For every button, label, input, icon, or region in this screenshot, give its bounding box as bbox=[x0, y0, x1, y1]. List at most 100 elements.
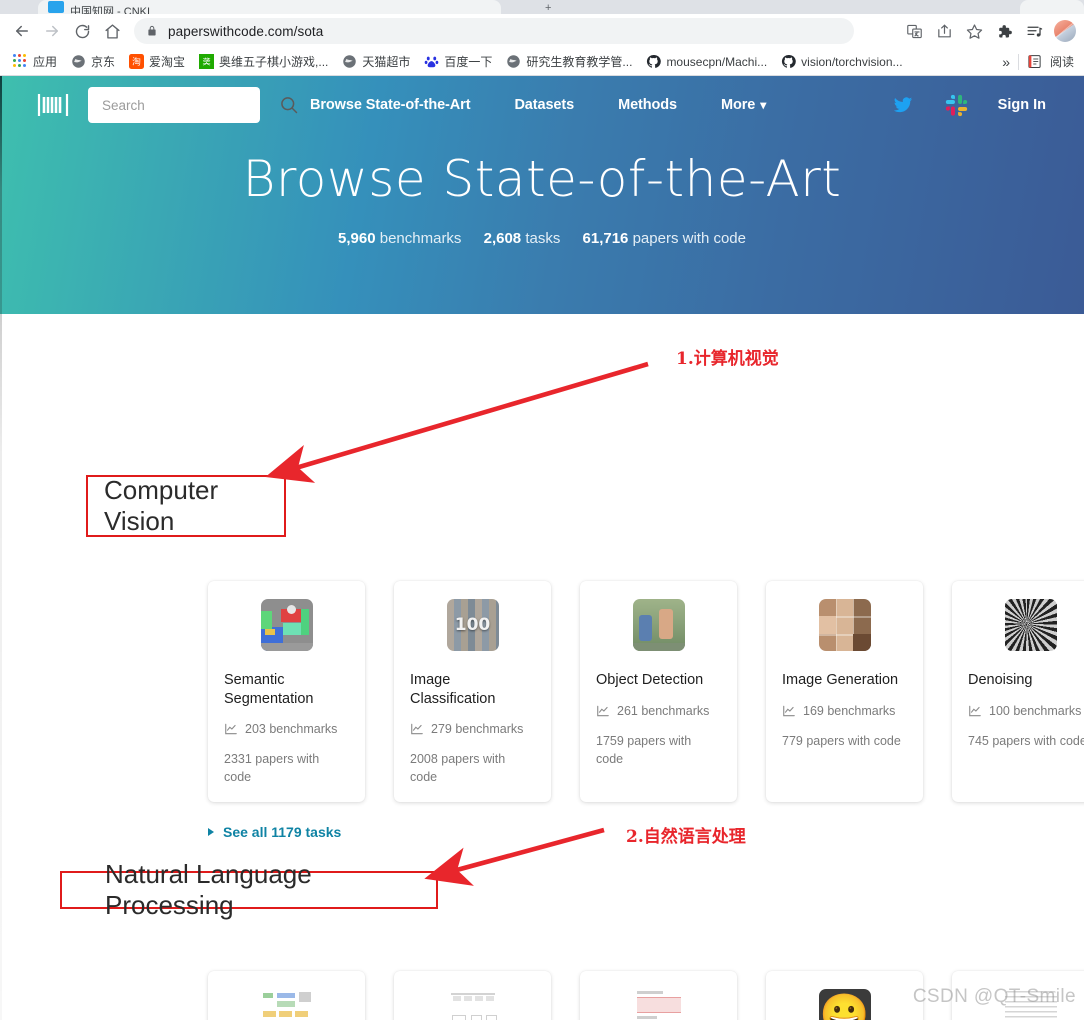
nav-methods[interactable]: Methods bbox=[596, 97, 699, 113]
card-title: Denoising bbox=[968, 672, 1033, 688]
lock-icon bbox=[146, 24, 158, 38]
globe-icon bbox=[342, 54, 357, 69]
globe-icon bbox=[71, 54, 86, 69]
computer-vision-cards: Semantic Segmentation 203 benchmarks 233… bbox=[208, 581, 1084, 803]
task-card[interactable]: 😀 Sentiment Analysis 69 benchmarks bbox=[766, 971, 923, 1020]
triangle-right-icon bbox=[208, 828, 214, 837]
site-navbar: Browse State-of-the-Art Datasets Methods… bbox=[0, 76, 1084, 134]
image-generation-thumb-icon bbox=[818, 599, 871, 651]
bookmark-item-jd[interactable]: 京东 bbox=[64, 50, 122, 74]
benchmarks-count: 203 benchmarks bbox=[245, 722, 338, 737]
arrow-to-computer-vision bbox=[265, 361, 649, 483]
see-all-tasks-link[interactable]: See all 1179 tasks bbox=[208, 824, 341, 840]
machine-translation-thumb-icon bbox=[446, 989, 499, 1020]
card-title: Object Detection bbox=[596, 672, 704, 688]
stat-label: papers with code bbox=[632, 230, 746, 247]
bookmark-item-edu[interactable]: 研究生教育教学管... bbox=[499, 50, 639, 74]
bookmark-item-apps[interactable]: 应用 bbox=[6, 50, 64, 74]
card-benchmarks: 100 benchmarks bbox=[968, 704, 1084, 718]
baidu-icon bbox=[424, 54, 439, 69]
address-bar[interactable]: paperswithcode.com/sota bbox=[134, 18, 854, 44]
sign-in-link[interactable]: Sign In bbox=[998, 97, 1046, 113]
extensions-puzzle-icon[interactable] bbox=[990, 17, 1018, 45]
bookmark-item-taobao[interactable]: 淘 爱淘宝 bbox=[122, 50, 192, 74]
bookmark-item-gomoku[interactable]: 䶮 奥维五子棋小游戏,... bbox=[192, 50, 335, 74]
see-all-label: See all 1179 tasks bbox=[223, 824, 342, 841]
stat-papers: 61,716 papers with code bbox=[583, 230, 746, 247]
stat-tasks: 2,608 tasks bbox=[484, 230, 561, 247]
nav-browse-sota[interactable]: Browse State-of-the-Art bbox=[288, 97, 492, 113]
new-tab-button[interactable]: + bbox=[545, 2, 551, 14]
stat-value: 2,608 bbox=[483, 230, 522, 247]
github-icon bbox=[781, 54, 796, 69]
bookmark-label: 奥维五子棋小游戏,... bbox=[219, 55, 329, 69]
benchmarks-count: 169 benchmarks bbox=[803, 703, 896, 718]
card-title: Image Generation bbox=[782, 672, 899, 688]
reading-list-icon[interactable] bbox=[1027, 54, 1042, 69]
navbar-right: Sign In bbox=[891, 94, 1060, 117]
nav-more[interactable]: More ▾ bbox=[699, 97, 788, 113]
paperswithcode-logo-icon[interactable] bbox=[36, 92, 70, 118]
stat-value: 5,960 bbox=[338, 230, 376, 247]
denoising-thumb-icon bbox=[1004, 599, 1057, 651]
toolbar-actions bbox=[900, 17, 1076, 45]
card-benchmarks: 203 benchmarks bbox=[224, 722, 349, 736]
object-detection-thumb-icon bbox=[632, 599, 685, 651]
computer-vision-section: Semantic Segmentation 203 benchmarks 233… bbox=[104, 581, 1084, 840]
browser-tab-secondary[interactable] bbox=[1020, 0, 1084, 14]
search-input[interactable] bbox=[102, 97, 279, 113]
chart-icon bbox=[968, 704, 982, 718]
forward-icon[interactable] bbox=[38, 17, 66, 45]
media-list-icon[interactable] bbox=[1020, 17, 1048, 45]
globe-icon bbox=[506, 54, 521, 69]
bookmarks-overflow-button[interactable]: » bbox=[1002, 54, 1010, 70]
card-papers: 779 papers with code bbox=[782, 733, 901, 748]
browser-tab[interactable]: 中国知网 - CNKI bbox=[38, 0, 501, 14]
smiling-face-emoji: 😀 bbox=[819, 993, 870, 1020]
task-card[interactable]: Question Answering 103 benchmarks bbox=[580, 971, 737, 1020]
site-search-box[interactable] bbox=[88, 87, 298, 123]
home-icon[interactable] bbox=[98, 17, 126, 45]
benchmarks-count: 279 benchmarks bbox=[431, 722, 524, 737]
computer-vision-heading-box: Computer Vision bbox=[86, 475, 286, 537]
stat-label: benchmarks bbox=[379, 230, 462, 247]
watermark: CSDN @QT-Smile bbox=[912, 986, 1076, 1007]
translate-icon[interactable] bbox=[900, 17, 928, 45]
task-card[interactable]: Machine Translation 73 benchmarks bbox=[394, 971, 551, 1020]
svg-text:䶮: 䶮 bbox=[202, 57, 210, 67]
reload-icon[interactable] bbox=[68, 17, 96, 45]
bookmark-item-tmall[interactable]: 天猫超市 bbox=[335, 50, 417, 74]
bookmark-label: 应用 bbox=[33, 55, 58, 69]
share-icon[interactable] bbox=[930, 17, 958, 45]
nav-datasets[interactable]: Datasets bbox=[492, 97, 596, 113]
chart-icon bbox=[224, 722, 238, 736]
task-card[interactable]: Language Modelling 167 benchmarks bbox=[208, 971, 365, 1020]
browser-tab-strip: 中国知网 - CNKI + bbox=[0, 0, 1084, 14]
tab-title: 中国知网 - CNKI bbox=[70, 6, 151, 14]
task-card[interactable]: Semantic Segmentation 203 benchmarks 233… bbox=[208, 581, 365, 803]
page-content: Browse State-of-the-Art Datasets Methods… bbox=[0, 76, 1084, 1020]
bookmarks-bar: 应用 京东 淘 爱淘宝 䶮 奥维五子棋小游戏,... 天猫超市 百度一下 研究生… bbox=[0, 48, 1084, 76]
address-bar-url: paperswithcode.com/sota bbox=[168, 23, 324, 39]
chart-icon bbox=[596, 704, 610, 718]
toolbar-divider bbox=[1017, 53, 1019, 70]
hero-banner: Browse State-of-the-Art Datasets Methods… bbox=[0, 76, 1084, 314]
task-card[interactable]: 100 Image Classification 279 benchmarks … bbox=[394, 581, 551, 803]
bookmark-label: 研究生教育教学管... bbox=[526, 55, 633, 69]
profile-avatar[interactable] bbox=[1054, 20, 1076, 42]
task-card[interactable]: Object Detection 261 benchmarks 1759 pap… bbox=[580, 581, 737, 803]
task-card[interactable]: Image Generation 169 benchmarks 779 pape… bbox=[766, 581, 923, 803]
slack-icon[interactable] bbox=[945, 94, 968, 117]
reading-list-label[interactable]: 阅读 bbox=[1050, 53, 1074, 70]
twitter-icon[interactable] bbox=[891, 95, 915, 115]
green-square-icon: 䶮 bbox=[199, 54, 215, 69]
card-title: Semantic Segmentation bbox=[224, 672, 314, 707]
page-title: Browse State-of-the-Art bbox=[242, 150, 842, 208]
bookmark-item-github-torchvision[interactable]: vision/torchvision... bbox=[774, 50, 909, 74]
stat-benchmarks: 5,960 benchmarks bbox=[338, 230, 461, 247]
task-card[interactable]: Denoising 100 benchmarks 745 papers with… bbox=[952, 581, 1084, 803]
back-icon[interactable] bbox=[8, 17, 36, 45]
bookmark-item-github-mousecpn[interactable]: mousecpn/Machi... bbox=[639, 50, 774, 74]
bookmark-item-baidu[interactable]: 百度一下 bbox=[417, 50, 499, 74]
bookmark-star-icon[interactable] bbox=[960, 17, 988, 45]
